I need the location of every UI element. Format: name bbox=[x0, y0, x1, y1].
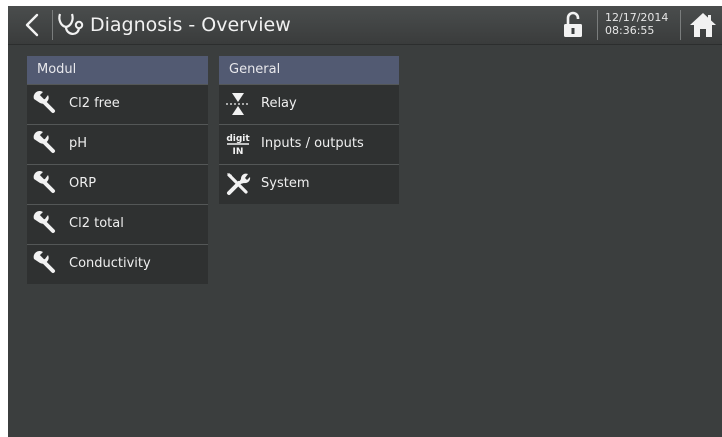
modul-item-label: Cl2 free bbox=[69, 96, 120, 111]
header-bar: Diagnosis - Overview 12/17/2014 08:36:55 bbox=[8, 6, 722, 45]
modul-item-ph[interactable]: pH bbox=[27, 124, 208, 164]
header-divider bbox=[680, 10, 681, 40]
page-title: Diagnosis - Overview bbox=[90, 14, 291, 36]
home-icon[interactable] bbox=[688, 10, 718, 40]
app-screen: Diagnosis - Overview 12/17/2014 08:36:55… bbox=[8, 6, 722, 437]
time-text: 08:36:55 bbox=[605, 24, 655, 37]
date-time: 12/17/2014 08:36:55 bbox=[605, 11, 668, 37]
modul-list: Cl2 free pH ORP Cl2 total Conductivity bbox=[27, 84, 208, 284]
modul-item-cl2-free[interactable]: Cl2 free bbox=[27, 84, 208, 124]
modul-item-orp[interactable]: ORP bbox=[27, 164, 208, 204]
wrench-icon bbox=[33, 171, 55, 193]
wrench-screwdriver-icon bbox=[227, 173, 251, 195]
general-column: General Relay digit IN Inputs / outputs bbox=[219, 56, 399, 204]
digit-in-icon-top: digit bbox=[226, 134, 250, 144]
general-item-system[interactable]: System bbox=[219, 164, 399, 204]
relay-icon bbox=[226, 93, 250, 115]
modul-heading: Modul bbox=[27, 56, 208, 84]
modul-item-label: Conductivity bbox=[69, 256, 151, 271]
stethoscope-icon bbox=[58, 13, 84, 35]
general-heading: General bbox=[219, 56, 399, 84]
modul-item-cl2-total[interactable]: Cl2 total bbox=[27, 204, 208, 244]
wrench-icon bbox=[33, 131, 55, 153]
digit-in-icon-bottom: IN bbox=[233, 147, 244, 157]
wrench-icon bbox=[33, 91, 55, 113]
header-divider bbox=[52, 10, 53, 40]
modul-item-label: Cl2 total bbox=[69, 216, 124, 231]
header-divider bbox=[597, 10, 598, 40]
general-item-inputs-outputs[interactable]: digit IN Inputs / outputs bbox=[219, 124, 399, 164]
wrench-icon bbox=[33, 211, 55, 233]
digit-in-icon: digit IN bbox=[226, 134, 250, 157]
general-item-label: Relay bbox=[261, 96, 297, 111]
modul-column: Modul Cl2 free pH ORP Cl2 total Conductivity bbox=[27, 56, 208, 284]
general-item-label: Inputs / outputs bbox=[261, 136, 364, 151]
general-item-relay[interactable]: Relay bbox=[219, 84, 399, 124]
back-arrow-icon[interactable] bbox=[20, 10, 46, 40]
modul-item-label: ORP bbox=[69, 176, 97, 191]
modul-item-conductivity[interactable]: Conductivity bbox=[27, 244, 208, 284]
date-text: 12/17/2014 bbox=[605, 11, 669, 24]
wrench-icon bbox=[33, 251, 55, 273]
general-item-label: System bbox=[261, 176, 310, 191]
unlocked-padlock-icon[interactable] bbox=[561, 11, 585, 39]
modul-item-label: pH bbox=[69, 136, 88, 151]
